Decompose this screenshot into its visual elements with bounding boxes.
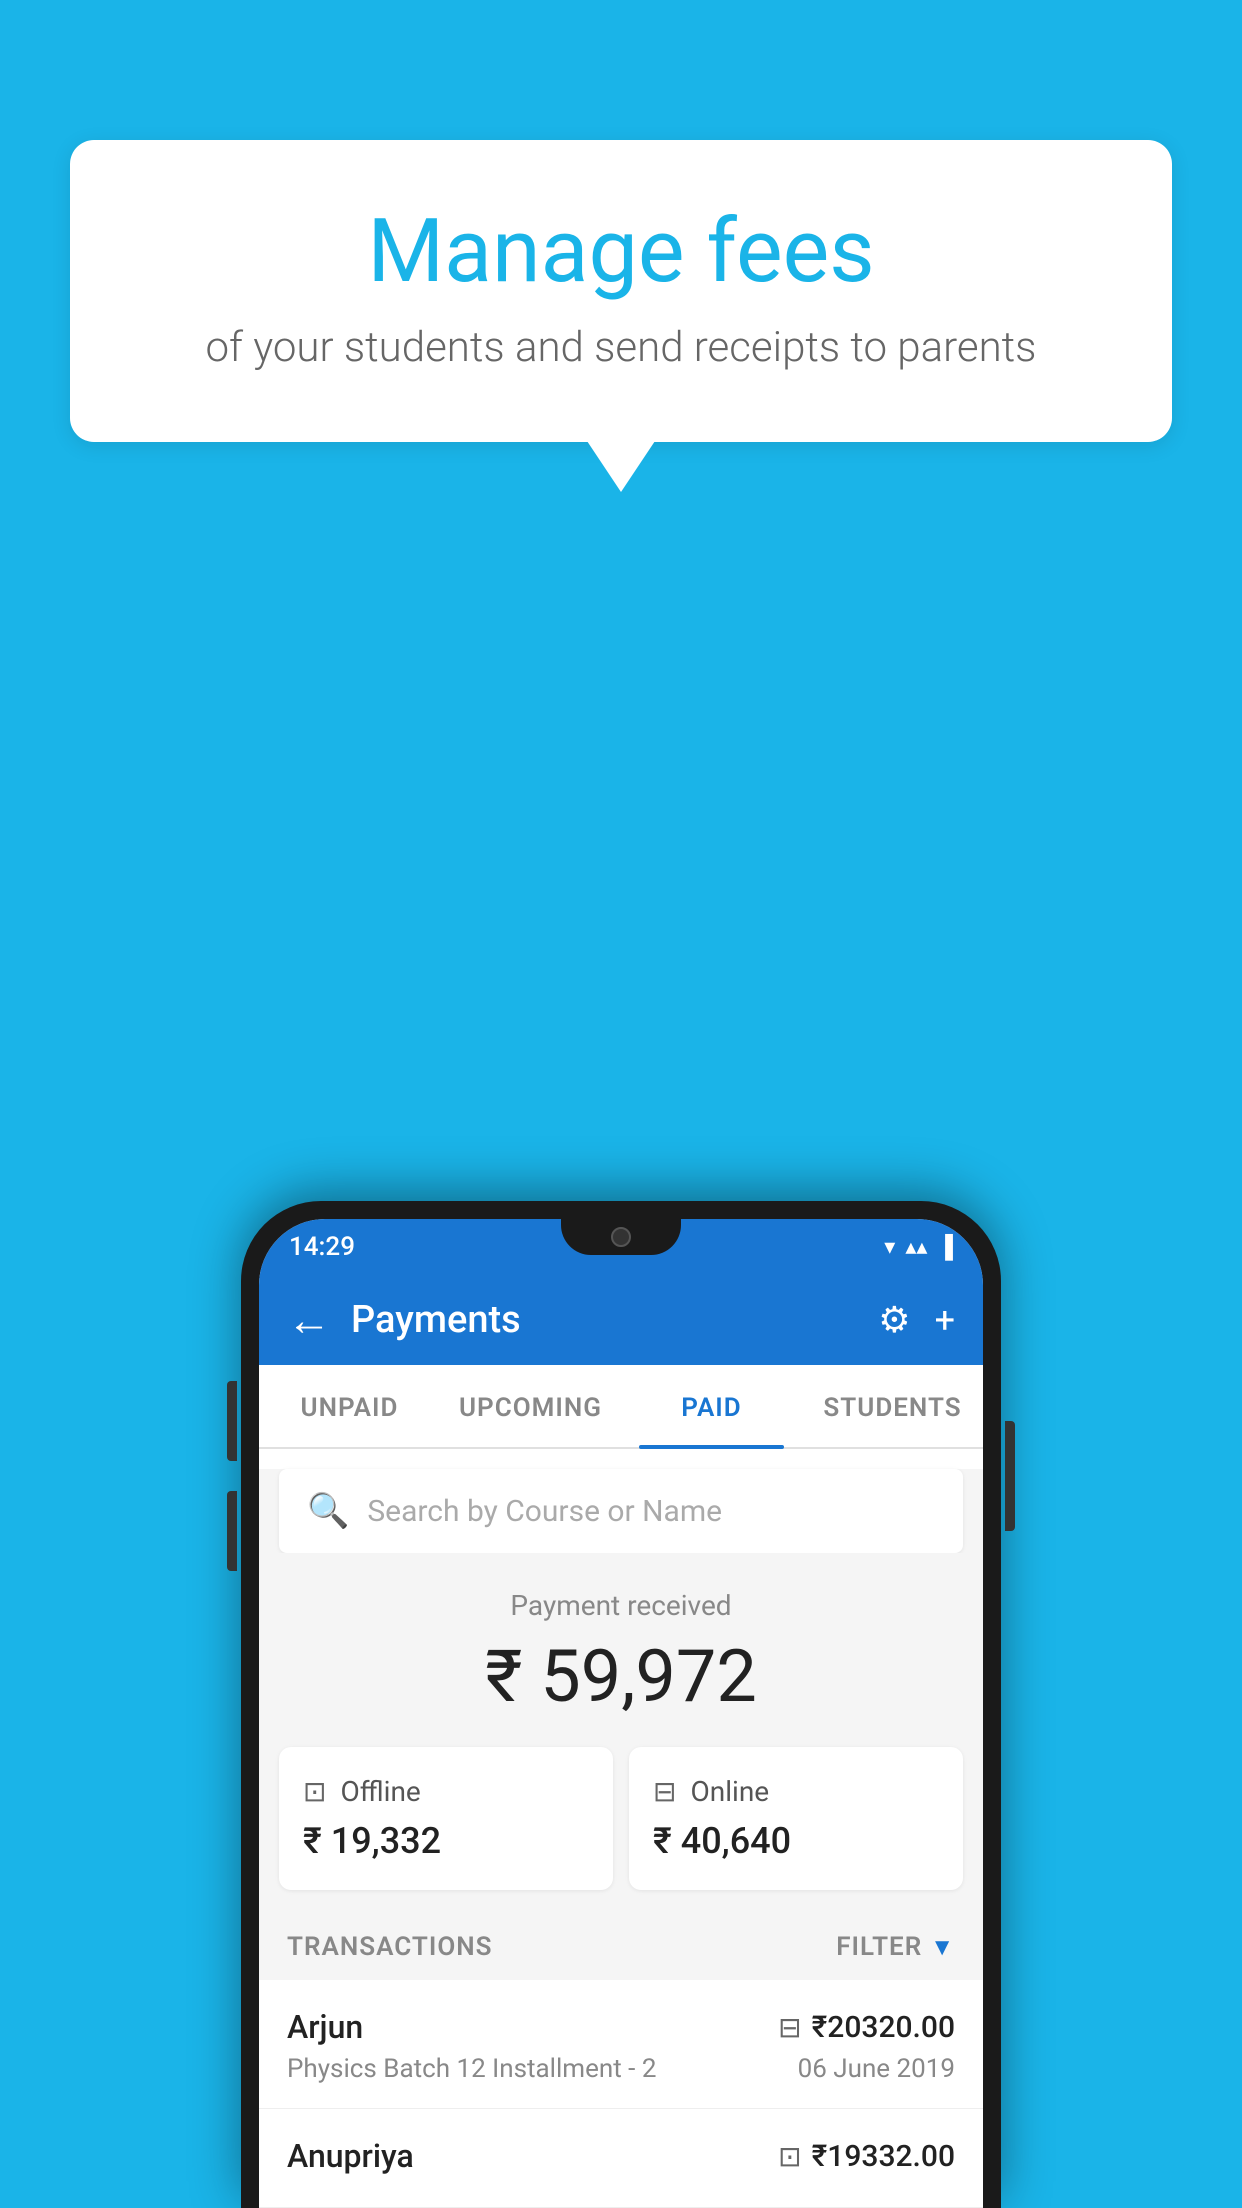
transaction-course: Physics Batch 12 Installment - 2 bbox=[287, 2054, 656, 2084]
offline-icon: ⊡ bbox=[303, 1775, 326, 1808]
offline-card-top: ⊡ Offline bbox=[303, 1775, 589, 1808]
tab-paid[interactable]: PAID bbox=[621, 1365, 802, 1447]
back-button[interactable]: ← bbox=[287, 1298, 331, 1342]
volume-down-button bbox=[227, 1491, 237, 1571]
offline-amount: ₹ 19,332 bbox=[303, 1820, 589, 1862]
transaction-amount: ₹20320.00 bbox=[812, 2010, 955, 2045]
transaction-amount-wrap: ⊟ ₹20320.00 bbox=[778, 2010, 955, 2045]
transaction-payment-icon: ⊟ bbox=[778, 2011, 801, 2044]
speech-bubble: Manage fees of your students and send re… bbox=[70, 140, 1172, 442]
transaction-amount-2: ₹19332.00 bbox=[812, 2139, 955, 2174]
notch bbox=[561, 1219, 681, 1255]
volume-up-button bbox=[227, 1381, 237, 1461]
transaction-date: 06 June 2019 bbox=[798, 2054, 955, 2084]
filter-button[interactable]: FILTER ▼ bbox=[836, 1932, 955, 1962]
transaction-amount-wrap-2: ⊡ ₹19332.00 bbox=[778, 2139, 955, 2174]
tabs-bar: UNPAID UPCOMING PAID STUDENTS bbox=[259, 1365, 983, 1449]
status-time: 14:29 bbox=[289, 1232, 355, 1262]
phone-screen: 14:29 ▾ ▴▴ ▐ ← Payments ⚙ + bbox=[259, 1219, 983, 2208]
transaction-bottom: Physics Batch 12 Installment - 2 06 June… bbox=[287, 2054, 955, 2084]
transaction-name-2: Anupriya bbox=[287, 2137, 414, 2175]
search-icon: 🔍 bbox=[307, 1491, 349, 1531]
transaction-row[interactable]: Anupriya ⊡ ₹19332.00 bbox=[259, 2109, 983, 2208]
search-bar[interactable]: 🔍 Search by Course or Name bbox=[279, 1469, 963, 1553]
online-card: ⊟ Online ₹ 40,640 bbox=[629, 1747, 963, 1890]
front-camera bbox=[611, 1227, 631, 1247]
online-icon: ⊟ bbox=[653, 1775, 676, 1808]
transaction-payment-icon-2: ⊡ bbox=[778, 2140, 801, 2173]
status-icons: ▾ ▴▴ ▐ bbox=[884, 1234, 953, 1260]
header-icons: ⚙ + bbox=[878, 1299, 955, 1341]
status-bar: 14:29 ▾ ▴▴ ▐ bbox=[259, 1219, 983, 1275]
header-title: Payments bbox=[351, 1298, 858, 1342]
settings-button[interactable]: ⚙ bbox=[878, 1299, 910, 1341]
payment-received-section: Payment received ₹ 59,972 bbox=[259, 1553, 983, 1747]
transaction-top: Arjun ⊟ ₹20320.00 bbox=[287, 2008, 955, 2046]
battery-icon: ▐ bbox=[937, 1234, 953, 1260]
offline-label: Offline bbox=[340, 1775, 420, 1808]
phone-frame: 14:29 ▾ ▴▴ ▐ ← Payments ⚙ + bbox=[241, 1201, 1001, 2208]
payment-cards: ⊡ Offline ₹ 19,332 ⊟ Online ₹ 40,640 bbox=[279, 1747, 963, 1890]
power-button bbox=[1005, 1421, 1015, 1531]
offline-card: ⊡ Offline ₹ 19,332 bbox=[279, 1747, 613, 1890]
transaction-row[interactable]: Arjun ⊟ ₹20320.00 Physics Batch 12 Insta… bbox=[259, 1980, 983, 2109]
add-button[interactable]: + bbox=[935, 1299, 955, 1341]
payment-received-label: Payment received bbox=[259, 1589, 983, 1622]
transaction-name: Arjun bbox=[287, 2008, 363, 2046]
tab-students[interactable]: STUDENTS bbox=[802, 1365, 983, 1447]
tab-upcoming[interactable]: UPCOMING bbox=[440, 1365, 621, 1447]
transactions-label: TRANSACTIONS bbox=[287, 1932, 493, 1962]
transactions-header: TRANSACTIONS FILTER ▼ bbox=[259, 1914, 983, 1980]
online-card-top: ⊟ Online bbox=[653, 1775, 939, 1808]
transaction-top-2: Anupriya ⊡ ₹19332.00 bbox=[287, 2137, 955, 2175]
signal-icon: ▴▴ bbox=[905, 1235, 927, 1260]
wifi-icon: ▾ bbox=[884, 1235, 895, 1260]
speech-bubble-subtitle: of your students and send receipts to pa… bbox=[150, 323, 1092, 372]
speech-bubble-title: Manage fees bbox=[150, 200, 1092, 303]
app-header: ← Payments ⚙ + bbox=[259, 1275, 983, 1365]
filter-text: FILTER bbox=[836, 1932, 922, 1962]
filter-icon: ▼ bbox=[930, 1933, 955, 1962]
search-placeholder: Search by Course or Name bbox=[367, 1494, 722, 1529]
speech-bubble-container: Manage fees of your students and send re… bbox=[70, 140, 1172, 442]
online-label: Online bbox=[690, 1775, 769, 1808]
online-amount: ₹ 40,640 bbox=[653, 1820, 939, 1862]
payment-received-amount: ₹ 59,972 bbox=[259, 1634, 983, 1719]
app-content: 🔍 Search by Course or Name Payment recei… bbox=[259, 1469, 983, 2208]
tab-unpaid[interactable]: UNPAID bbox=[259, 1365, 440, 1447]
